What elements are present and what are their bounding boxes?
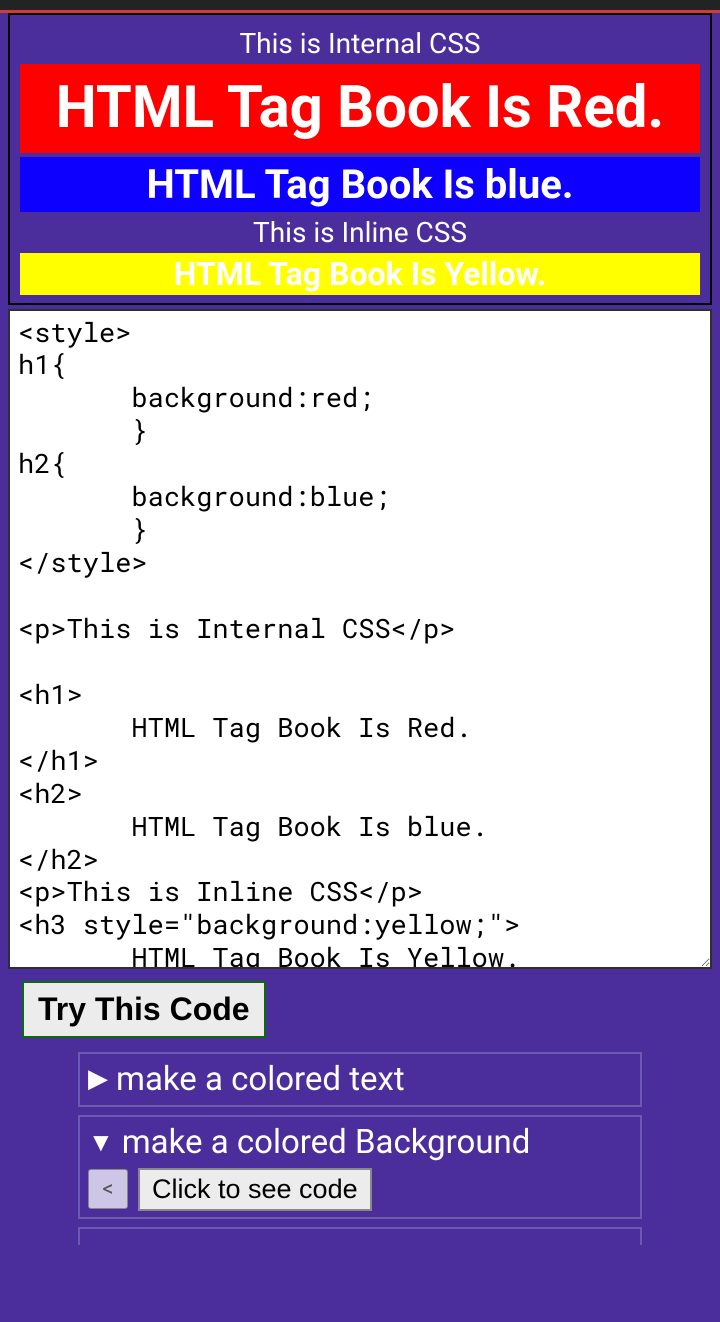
- accordion-header[interactable]: ▼ make a colored Background: [88, 1123, 632, 1162]
- back-button[interactable]: <: [88, 1169, 128, 1209]
- code-editor[interactable]: [8, 309, 712, 969]
- chevron-down-icon: ▼: [88, 1127, 114, 1158]
- accordion-label: make a colored text: [116, 1060, 405, 1099]
- preview-h1: HTML Tag Book Is Red.: [20, 64, 700, 153]
- accordion-list: ▶ make a colored text ▼ make a colored B…: [8, 1038, 712, 1245]
- see-code-button[interactable]: Click to see code: [138, 1168, 372, 1211]
- accordion-colored-background[interactable]: ▼ make a colored Background < Click to s…: [78, 1115, 642, 1219]
- internal-css-label: This is Internal CSS: [20, 23, 700, 64]
- inline-css-label: This is Inline CSS: [20, 212, 700, 253]
- accordion-label: make a colored Background: [122, 1123, 531, 1162]
- accordion-partial: [78, 1227, 642, 1245]
- try-code-button[interactable]: Try This Code: [22, 981, 266, 1038]
- accordion-header[interactable]: ▶ make a colored text: [88, 1060, 632, 1099]
- accordion-body: < Click to see code: [88, 1162, 632, 1211]
- chevron-right-icon: ▶: [88, 1064, 108, 1094]
- device-status-bar: [0, 0, 720, 10]
- app-content: This is Internal CSS HTML Tag Book Is Re…: [0, 13, 720, 1322]
- accordion-colored-text[interactable]: ▶ make a colored text: [78, 1052, 642, 1107]
- preview-h2: HTML Tag Book Is blue.: [20, 157, 700, 212]
- preview-h3: HTML Tag Book Is Yellow.: [20, 253, 700, 295]
- html-preview-frame: This is Internal CSS HTML Tag Book Is Re…: [8, 13, 712, 305]
